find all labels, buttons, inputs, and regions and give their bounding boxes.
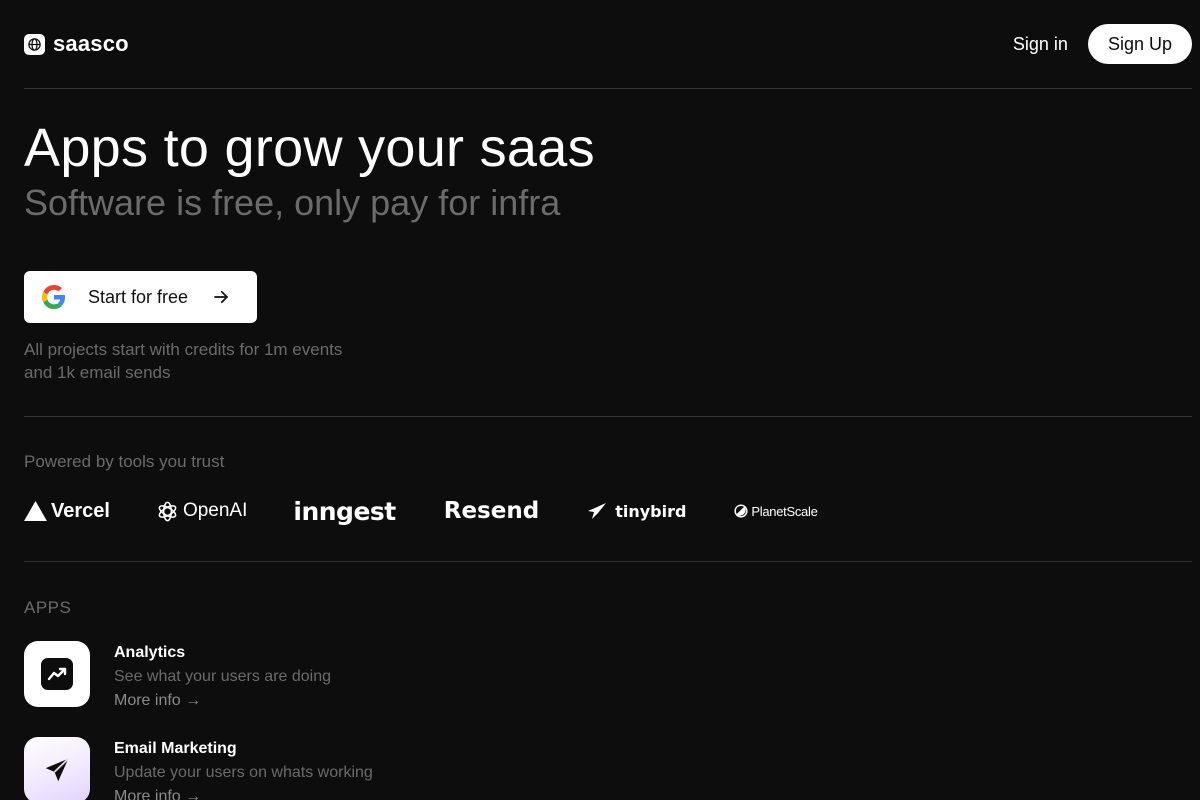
logo-link[interactable]: saasco bbox=[24, 33, 129, 55]
start-for-free-label: Start for free bbox=[88, 286, 189, 307]
powered-divider bbox=[24, 561, 1192, 562]
paper-plane-icon bbox=[42, 755, 72, 785]
openai-name: OpenAI bbox=[182, 500, 248, 521]
trending-up-icon bbox=[41, 658, 73, 690]
email-marketing-app-icon bbox=[24, 737, 90, 800]
landing-page: saasco Sign in Sign Up Apps to grow your… bbox=[0, 0, 1200, 800]
vercel-triangle-icon bbox=[24, 501, 47, 521]
header-actions: Sign in Sign Up bbox=[1013, 24, 1192, 64]
planetscale-name: PlanetScale bbox=[751, 503, 818, 519]
app-item-email-marketing[interactable]: Email Marketing Update your users on wha… bbox=[24, 737, 373, 800]
planetscale-logo: PlanetScale bbox=[734, 503, 818, 519]
partner-logos: Vercel OpenAI inngest Resend tinybird Pl… bbox=[24, 494, 818, 528]
analytics-more-info-link[interactable]: More info → bbox=[114, 690, 201, 712]
app-description: See what your users are doing bbox=[114, 668, 332, 685]
email-marketing-more-info-link[interactable]: More info → bbox=[114, 786, 201, 800]
openai-knot-icon bbox=[156, 500, 179, 523]
sign-up-button[interactable]: Sign Up bbox=[1087, 24, 1192, 64]
app-item-analytics[interactable]: Analytics See what your users are doing … bbox=[24, 641, 331, 712]
inngest-name: inngest bbox=[293, 496, 396, 526]
tinybird-name: tinybird bbox=[615, 501, 687, 521]
logo-text: saasco bbox=[53, 31, 129, 56]
tinybird-bird-icon bbox=[587, 502, 607, 520]
apps-section-label: APPS bbox=[24, 598, 72, 617]
hero-divider bbox=[24, 416, 1192, 417]
arrow-right-icon bbox=[212, 288, 230, 306]
google-icon bbox=[42, 285, 66, 309]
hero-title: Apps to grow your saas bbox=[24, 118, 595, 178]
email-marketing-app-text: Email Marketing Update your users on wha… bbox=[114, 737, 373, 800]
openai-logo: OpenAI bbox=[156, 500, 247, 523]
globe-icon bbox=[24, 33, 45, 55]
analytics-app-text: Analytics See what your users are doing … bbox=[114, 641, 331, 712]
analytics-app-icon bbox=[24, 641, 90, 707]
tinybird-logo: tinybird bbox=[587, 502, 686, 521]
credits-note: All projects start with credits for 1m e… bbox=[24, 340, 343, 382]
vercel-name: Vercel bbox=[51, 499, 110, 522]
powered-by-label: Powered by tools you trust bbox=[24, 452, 225, 471]
sign-in-link[interactable]: Sign in bbox=[1013, 34, 1068, 55]
app-description: Update your users on whats working bbox=[114, 764, 373, 781]
start-for-free-button[interactable]: Start for free bbox=[24, 271, 257, 323]
resend-name: Resend bbox=[443, 498, 540, 524]
header-divider bbox=[24, 88, 1192, 89]
app-name: Analytics bbox=[114, 644, 186, 661]
header: saasco Sign in Sign Up bbox=[24, 24, 1192, 64]
inngest-logo: inngest bbox=[293, 496, 396, 526]
vercel-logo: Vercel bbox=[24, 500, 110, 523]
hero-subtitle: Software is free, only pay for infra bbox=[24, 182, 561, 223]
resend-logo: Resend bbox=[444, 498, 539, 524]
app-name: Email Marketing bbox=[114, 740, 237, 757]
planetscale-icon bbox=[734, 504, 748, 518]
